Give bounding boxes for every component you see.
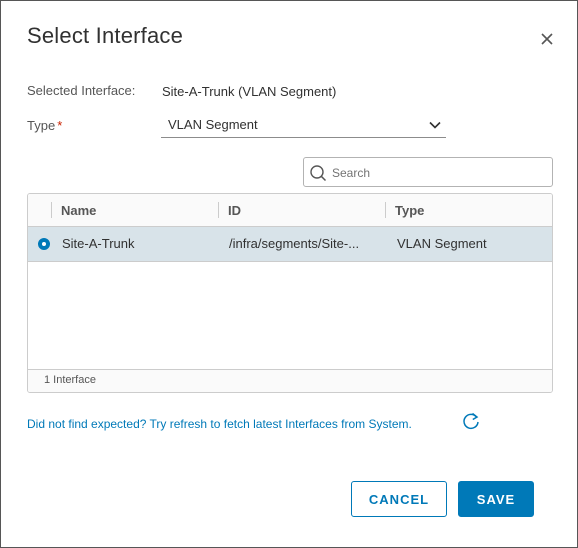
select-interface-dialog: Select Interface Selected Interface: Sit…	[0, 0, 578, 548]
refresh-icon[interactable]	[461, 411, 481, 431]
row-type: VLAN Segment	[397, 236, 487, 251]
row-id: /infra/segments/Site-...	[229, 236, 360, 251]
column-header-id[interactable]: ID	[228, 203, 241, 218]
column-separator[interactable]	[385, 202, 386, 218]
row-radio-button[interactable]	[38, 238, 50, 250]
refresh-link[interactable]: Did not find expected? Try refresh to fe…	[27, 417, 412, 431]
row-count: 1 Interface	[44, 374, 96, 386]
selected-interface-value: Site-A-Trunk (VLAN Segment)	[162, 84, 337, 99]
interface-table: Name ID Type Site-A-Trunk /infra/segment…	[27, 193, 553, 393]
type-select[interactable]: VLAN Segment	[161, 113, 446, 138]
save-button[interactable]: SAVE	[458, 481, 534, 517]
required-marker: *	[57, 118, 63, 133]
column-header-name[interactable]: Name	[61, 203, 96, 218]
search-input[interactable]	[330, 162, 544, 184]
search-box[interactable]	[303, 157, 553, 187]
search-icon	[310, 165, 327, 182]
close-icon[interactable]	[537, 29, 557, 49]
table-footer: 1 Interface	[28, 369, 552, 392]
chevron-down-icon	[429, 121, 441, 129]
column-header-type[interactable]: Type	[395, 203, 424, 218]
dialog-title: Select Interface	[27, 23, 184, 48]
column-separator[interactable]	[218, 202, 219, 218]
selected-interface-label: Selected Interface:	[27, 83, 136, 98]
row-name: Site-A-Trunk	[62, 236, 135, 251]
type-select-value: VLAN Segment	[168, 117, 258, 132]
column-separator	[51, 202, 52, 218]
table-row[interactable]: Site-A-Trunk /infra/segments/Site-... VL…	[28, 227, 552, 262]
type-label: Type *	[27, 118, 63, 133]
cancel-button[interactable]: CANCEL	[351, 481, 447, 517]
table-header: Name ID Type	[28, 194, 552, 227]
